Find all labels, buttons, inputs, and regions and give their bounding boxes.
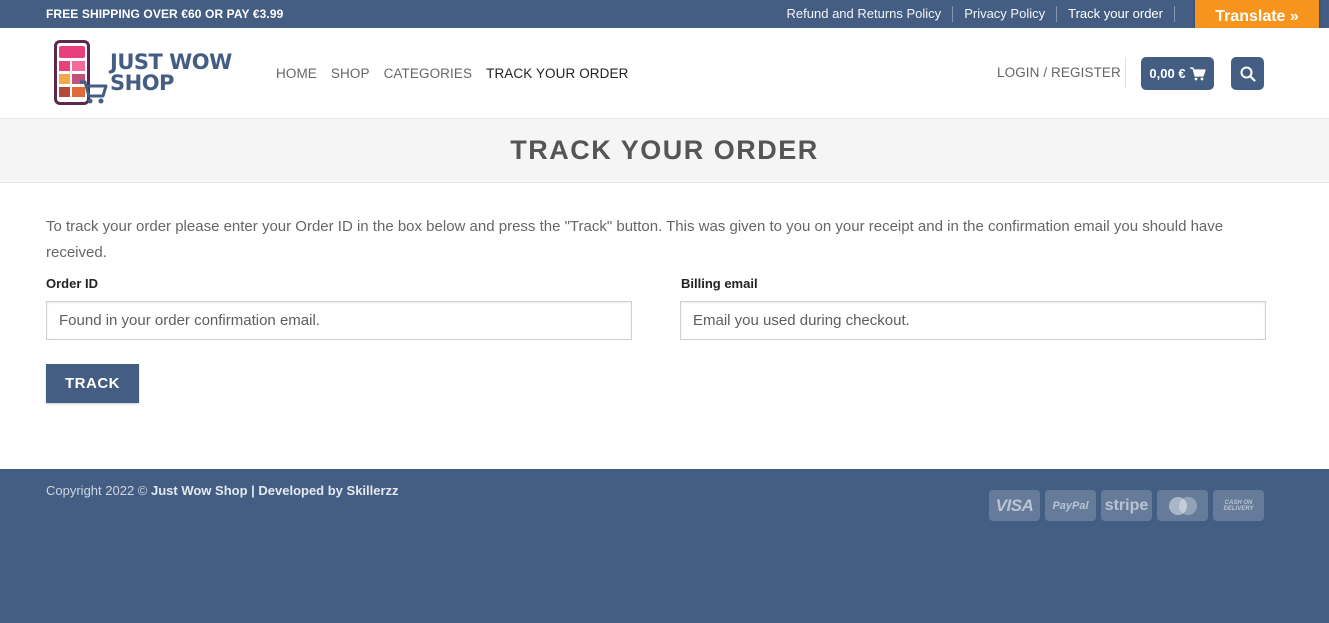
site-footer: Copyright 2022 © Just Wow Shop | Develop… <box>0 469 1329 623</box>
copyright-text: Copyright 2022 © Just Wow Shop | Develop… <box>46 483 399 498</box>
main-nav: HOME SHOP CATEGORIES TRACK YOUR ORDER <box>276 28 642 118</box>
header-divider <box>1125 58 1126 88</box>
top-bar: FREE SHIPPING OVER €60 OR PAY €3.99 Refu… <box>0 0 1329 28</box>
top-links: Refund and Returns Policy Privacy Policy… <box>776 0 1175 28</box>
visa-icon: VISA <box>989 490 1040 521</box>
mastercard-icon <box>1157 490 1208 521</box>
nav-shop[interactable]: SHOP <box>331 66 370 81</box>
stripe-icon: stripe <box>1101 490 1152 521</box>
billing-email-input[interactable] <box>680 301 1266 340</box>
tracking-instructions: To track your order please enter your Or… <box>46 218 1224 261</box>
paypal-icon: PayPal <box>1045 490 1096 521</box>
order-id-label: Order ID <box>46 276 99 291</box>
cart-total: 0,00 € <box>1149 66 1186 81</box>
shipping-promo: FREE SHIPPING OVER €60 OR PAY €3.99 <box>46 7 284 21</box>
brand-name: JUST WOW SHOP <box>110 50 232 95</box>
copyright-brand[interactable]: Just Wow Shop | Developed by Skillerzz <box>151 483 399 498</box>
cart-button[interactable]: 0,00 € <box>1141 57 1214 90</box>
nav-categories[interactable]: CATEGORIES <box>384 66 473 81</box>
site-header: JUST WOW SHOP HOME SHOP CATEGORIES TRACK… <box>0 28 1329 118</box>
site-logo[interactable]: JUST WOW SHOP <box>52 40 242 106</box>
privacy-policy-link[interactable]: Privacy Policy <box>953 6 1058 22</box>
billing-email-label: Billing email <box>681 276 758 291</box>
cash-on-delivery-icon: CASH ON DELIVERY <box>1213 490 1264 521</box>
refund-policy-link[interactable]: Refund and Returns Policy <box>776 6 954 22</box>
page-title-band: TRACK YOUR ORDER <box>0 118 1329 183</box>
payment-icons: VISA PayPal stripe CASH ON DELIVERY <box>989 490 1264 521</box>
page-title: TRACK YOUR ORDER <box>510 135 819 165</box>
order-id-input[interactable] <box>46 301 632 340</box>
cart-logo-icon <box>80 80 108 104</box>
nav-home[interactable]: HOME <box>276 66 317 81</box>
nav-track-order[interactable]: TRACK YOUR ORDER <box>486 66 628 81</box>
search-icon <box>1240 66 1256 82</box>
search-button[interactable] <box>1231 57 1264 90</box>
shopping-cart-icon <box>1189 66 1206 80</box>
login-register-link[interactable]: LOGIN / REGISTER <box>997 65 1121 80</box>
track-button[interactable]: TRACK <box>46 364 139 403</box>
track-order-link[interactable]: Track your order <box>1057 6 1175 22</box>
